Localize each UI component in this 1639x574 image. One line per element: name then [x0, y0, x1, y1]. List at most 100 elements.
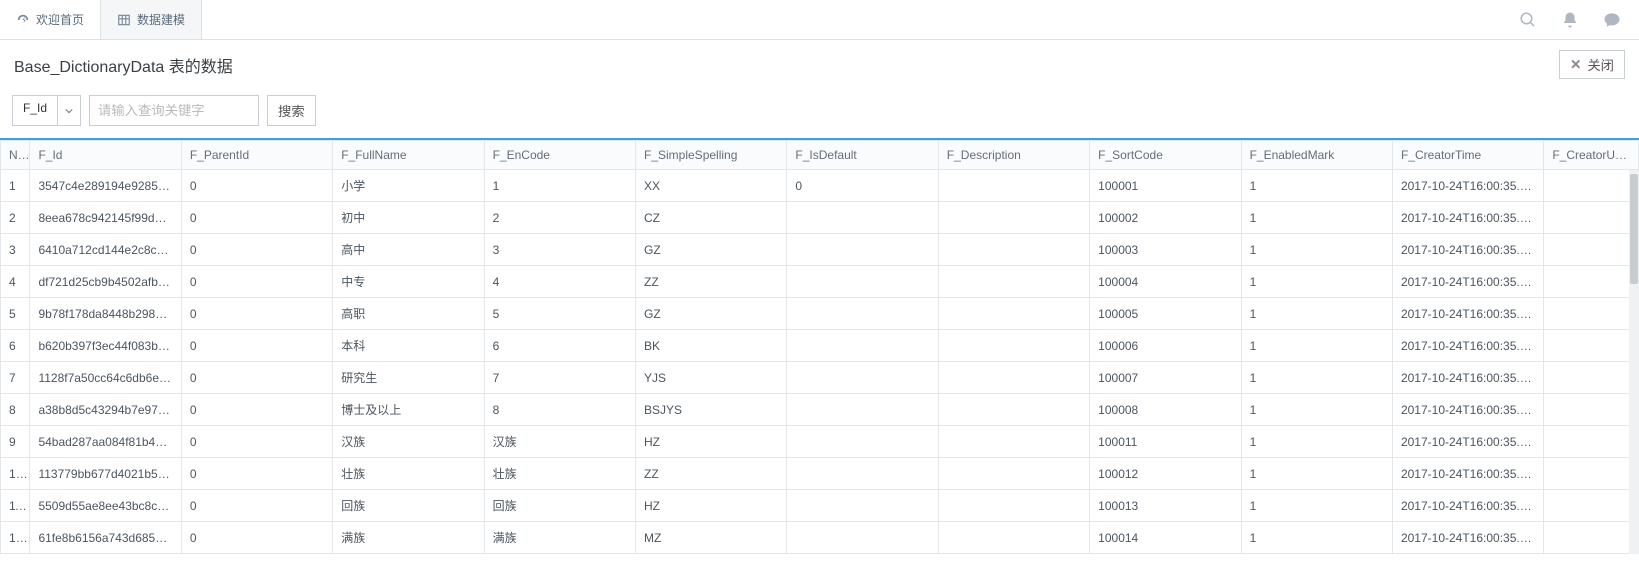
table-row[interactable]: 4df721d25cb9b4502afb4fe90中专4ZZ1000041201… [1, 266, 1639, 298]
cell: 100003 [1090, 234, 1241, 266]
cell: 0 [181, 234, 332, 266]
cell: 0 [181, 362, 332, 394]
cell: 100004 [1090, 266, 1241, 298]
tab-1[interactable]: 数据建模 [101, 0, 202, 39]
scrollbar-thumb[interactable] [1630, 174, 1638, 284]
cell: YJS [636, 362, 787, 394]
cell: 初中 [333, 202, 484, 234]
column-header[interactable]: F_SortCode [1090, 141, 1241, 170]
filter-row: F_Id 搜索 [0, 89, 1639, 138]
cell: 0 [181, 266, 332, 298]
tab-0[interactable]: 欢迎首页 [0, 0, 101, 39]
cell: CZ [636, 202, 787, 234]
cell: 1 [1241, 330, 1392, 362]
cell: 回族 [333, 490, 484, 522]
table-row[interactable]: 954bad287aa084f81b40c6b0汉族汉族HZ1000111201… [1, 426, 1639, 458]
column-header[interactable]: F_CreatorUserId [1544, 141, 1639, 170]
cell: 100013 [1090, 490, 1241, 522]
cell: 10 [1, 458, 30, 490]
column-header[interactable]: F_EnCode [484, 141, 635, 170]
column-header[interactable]: F_Description [938, 141, 1089, 170]
cell: 2017-10-24T16:00:35.457 [1392, 394, 1543, 426]
search-button[interactable]: 搜索 [267, 95, 316, 126]
cell: 1 [1241, 234, 1392, 266]
table-row[interactable]: 8a38b8d5c43294b7e97c04c0博士及以上8BSJYS10000… [1, 394, 1639, 426]
column-header[interactable]: F_IsDefault [787, 141, 938, 170]
cell: 0 [181, 202, 332, 234]
cell: 1 [484, 170, 635, 202]
column-header[interactable]: F_CreatorTime [1392, 141, 1543, 170]
table-row[interactable]: 6b620b397f3ec44f083b0df90本科6BK1000061201… [1, 330, 1639, 362]
table-wrap: NoF_IdF_ParentIdF_FullNameF_EnCodeF_Simp… [0, 138, 1639, 554]
bell-icon[interactable] [1561, 11, 1579, 29]
column-header[interactable]: F_SimpleSpelling [636, 141, 787, 170]
search-icon[interactable] [1519, 11, 1537, 29]
cell: 1128f7a50cc64c6db6eed46 [30, 362, 181, 394]
cell: 中专 [333, 266, 484, 298]
cell: BSJYS [636, 394, 787, 426]
cell [938, 170, 1089, 202]
cell: 6 [484, 330, 635, 362]
dashboard-icon [16, 13, 30, 27]
column-header[interactable]: F_EnabledMark [1241, 141, 1392, 170]
cell: 汉族 [333, 426, 484, 458]
cell: 0 [181, 458, 332, 490]
cell: a38b8d5c43294b7e97c04c [30, 394, 181, 426]
cell [938, 266, 1089, 298]
search-input[interactable] [89, 95, 259, 126]
cell: 0 [181, 522, 332, 554]
vertical-scrollbar[interactable] [1629, 170, 1639, 554]
table-row[interactable]: 71128f7a50cc64c6db6eed460研究生7YJS10000712… [1, 362, 1639, 394]
cell: 小学 [333, 170, 484, 202]
table-row[interactable]: 115509d55ae8ee43bc8c25ac0回族回族HZ100013120… [1, 490, 1639, 522]
cell: 0 [181, 298, 332, 330]
table-row[interactable]: 10113779bb677d4021b54b100壮族壮族ZZ100012120… [1, 458, 1639, 490]
table-row[interactable]: 59b78f178da8448b298bc530高职5GZ10000512017… [1, 298, 1639, 330]
table-body: 13547c4e289194e92854fec0小学1XX01000011201… [1, 170, 1639, 554]
cell: 100005 [1090, 298, 1241, 330]
cell: 1 [1241, 394, 1392, 426]
close-button[interactable]: ✕ 关闭 [1559, 50, 1625, 79]
cell: 3 [1, 234, 30, 266]
table-row[interactable]: 36410a712cd144e2c8ce5e00高中3GZ10000312017… [1, 234, 1639, 266]
cell: 1 [1241, 202, 1392, 234]
cell: 6410a712cd144e2c8ce5e0 [30, 234, 181, 266]
column-header[interactable]: F_ParentId [181, 141, 332, 170]
column-header[interactable]: F_Id [30, 141, 181, 170]
cell: 1 [1241, 362, 1392, 394]
cell [938, 490, 1089, 522]
cell: 2017-10-24T16:00:35.463 [1392, 458, 1543, 490]
chevron-down-icon[interactable] [58, 96, 80, 125]
cell: 100007 [1090, 362, 1241, 394]
cell [787, 266, 938, 298]
table-row[interactable]: 13547c4e289194e92854fec0小学1XX01000011201… [1, 170, 1639, 202]
table-icon [117, 13, 131, 27]
column-header[interactable]: F_FullName [333, 141, 484, 170]
chat-icon[interactable] [1603, 11, 1621, 29]
column-header[interactable]: No [1, 141, 30, 170]
cell: 1 [1241, 490, 1392, 522]
topbar: 欢迎首页数据建模 [0, 0, 1639, 40]
cell: 8 [1, 394, 30, 426]
table-row[interactable]: 28eea678c942145f99d78780初中2CZ10000212017… [1, 202, 1639, 234]
cell: XX [636, 170, 787, 202]
cell: 0 [181, 330, 332, 362]
cell [938, 426, 1089, 458]
cell [938, 298, 1089, 330]
cell: 0 [181, 170, 332, 202]
cell: 12 [1, 522, 30, 554]
cell [1544, 362, 1639, 394]
cell: GZ [636, 234, 787, 266]
cell [938, 394, 1089, 426]
cell: 4 [1, 266, 30, 298]
cell: 3 [484, 234, 635, 266]
cell: 0 [181, 490, 332, 522]
cell: 3547c4e289194e92854fec [30, 170, 181, 202]
cell: 2017-10-24T16:00:35.457 [1392, 330, 1543, 362]
filter-field-combo[interactable]: F_Id [12, 95, 81, 126]
cell: 高职 [333, 298, 484, 330]
cell [1544, 330, 1639, 362]
table-row[interactable]: 1261fe8b6156a743d685d0500满族满族MZ100014120… [1, 522, 1639, 554]
cell: 本科 [333, 330, 484, 362]
cell: 1 [1241, 266, 1392, 298]
